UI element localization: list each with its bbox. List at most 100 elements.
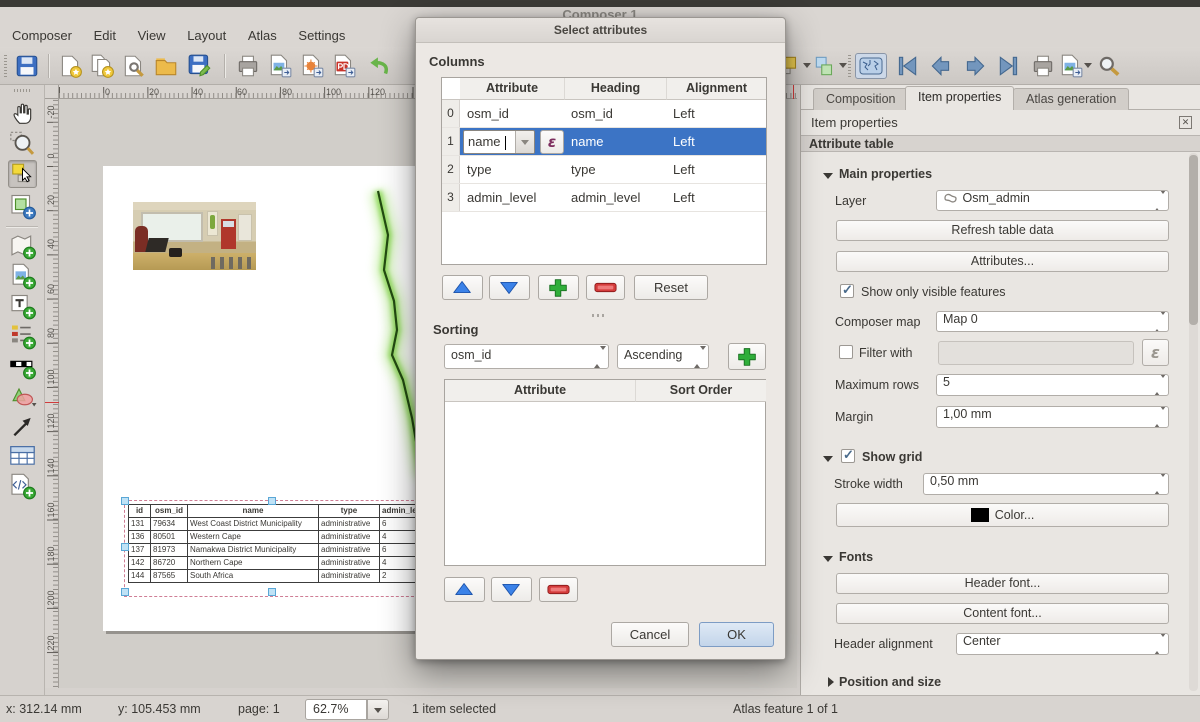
attributes-button[interactable]: Attributes... — [836, 251, 1169, 272]
sorting-attribute-combo[interactable]: osm_id — [444, 344, 609, 369]
align-items-dropdown-icon[interactable] — [839, 63, 847, 72]
tab-item-properties[interactable]: Item properties — [905, 86, 1014, 110]
spinner-icon[interactable] — [1154, 637, 1165, 651]
add-label-icon[interactable] — [8, 292, 37, 320]
add-attribute-table-icon[interactable] — [8, 442, 37, 470]
columns-table[interactable]: Attribute Heading Alignment 0 osm_id osm… — [441, 77, 767, 265]
spinner-icon[interactable] — [1154, 410, 1165, 424]
spinner-icon[interactable] — [1154, 315, 1165, 329]
column-up-button[interactable] — [442, 275, 483, 300]
composer-manager-icon[interactable] — [121, 53, 147, 79]
filter-expression-button[interactable]: ε — [1142, 339, 1169, 366]
composer-map-combo[interactable]: Map 0 — [936, 311, 1169, 332]
cell-alignment[interactable]: Left — [666, 156, 766, 183]
add-html-icon[interactable] — [8, 472, 37, 500]
picture-item-photo[interactable] — [133, 202, 256, 270]
margin-spinbox[interactable]: 1,00 mm — [936, 406, 1169, 428]
header-font-button[interactable]: Header font... — [836, 573, 1169, 594]
menu-edit[interactable]: Edit — [85, 25, 125, 46]
menu-composer[interactable]: Composer — [3, 25, 81, 46]
sort-remove-button[interactable] — [539, 577, 578, 602]
spinner-icon[interactable] — [1154, 378, 1165, 392]
undo-icon[interactable] — [366, 53, 392, 79]
selection-handle[interactable] — [121, 497, 129, 505]
next-feature-icon[interactable] — [962, 53, 988, 79]
stroke-width-spinbox[interactable]: 0,50 mm — [923, 473, 1169, 495]
expand-arrow-icon[interactable] — [828, 677, 839, 687]
selection-handle[interactable] — [268, 497, 276, 505]
cell-attribute[interactable]: osm_id — [460, 100, 564, 127]
preview-atlas-icon[interactable] — [855, 53, 887, 79]
close-icon[interactable]: ✕ — [1179, 116, 1192, 129]
dialog-title[interactable]: Select attributes — [416, 18, 785, 43]
spinner-icon[interactable] — [594, 350, 605, 364]
align-items-icon[interactable] — [812, 53, 838, 79]
panel-scrollbar[interactable] — [1189, 153, 1198, 691]
pan-icon[interactable] — [8, 100, 37, 128]
move-item-content-icon[interactable] — [8, 192, 37, 220]
atlas-settings-icon[interactable] — [1096, 53, 1122, 79]
header-alignment-combo[interactable]: Center — [956, 633, 1169, 655]
attribute-editor-value[interactable]: name — [468, 134, 501, 149]
sorting-add-button[interactable] — [728, 343, 766, 370]
cell-attribute[interactable]: admin_level — [460, 184, 564, 211]
selection-handle[interactable] — [268, 588, 276, 596]
tab-atlas-generation[interactable]: Atlas generation — [1013, 88, 1129, 110]
add-map-icon[interactable] — [8, 232, 37, 260]
columns-row-1-selected[interactable]: 1 name ε name Left — [442, 128, 766, 156]
splitter-grip[interactable] — [592, 314, 606, 317]
spinner-icon[interactable] — [1154, 477, 1165, 491]
sort-up-button[interactable] — [444, 577, 485, 602]
filter-expression-field[interactable] — [938, 341, 1134, 365]
selection-handle[interactable] — [121, 588, 129, 596]
zoom-combo-dropdown[interactable] — [367, 699, 389, 720]
export-svg-icon[interactable] — [299, 53, 325, 79]
grid-color-button[interactable]: Color... — [836, 503, 1169, 527]
toolbar-grip[interactable] — [4, 55, 7, 77]
add-image-icon[interactable] — [8, 262, 37, 290]
add-legend-icon[interactable] — [8, 322, 37, 350]
reset-button[interactable]: Reset — [634, 275, 708, 300]
sorting-order-combo[interactable]: Ascending — [617, 344, 709, 369]
cell-alignment[interactable]: Left — [666, 100, 766, 127]
cell-attribute[interactable]: type — [460, 156, 564, 183]
cell-heading[interactable]: osm_id — [564, 100, 666, 127]
cell-heading[interactable]: admin_level — [564, 184, 666, 211]
cell-heading[interactable]: name — [564, 128, 666, 155]
column-down-button[interactable] — [489, 275, 530, 300]
raise-items-dropdown-icon[interactable] — [803, 63, 811, 72]
combo-dropdown-icon[interactable] — [515, 131, 534, 153]
export-atlas-dropdown-icon[interactable] — [1084, 63, 1092, 72]
column-add-button[interactable] — [538, 275, 579, 300]
ok-button[interactable]: OK — [699, 622, 774, 647]
last-feature-icon[interactable] — [996, 53, 1022, 79]
cancel-button[interactable]: Cancel — [611, 622, 689, 647]
spinner-icon[interactable] — [694, 350, 705, 364]
collapse-arrow-icon[interactable] — [823, 456, 833, 467]
new-composition-icon[interactable] — [57, 53, 83, 79]
duplicate-composition-icon[interactable] — [89, 53, 115, 79]
add-scalebar-icon[interactable] — [8, 352, 37, 380]
show-grid-checkbox[interactable]: ✓ — [841, 449, 855, 463]
filter-with-checkbox[interactable] — [839, 345, 853, 359]
expression-button[interactable]: ε — [540, 130, 564, 154]
menu-atlas[interactable]: Atlas — [239, 25, 286, 46]
menu-view[interactable]: View — [129, 25, 175, 46]
refresh-table-data-button[interactable]: Refresh table data — [836, 220, 1169, 241]
print-atlas-icon[interactable] — [1030, 53, 1056, 79]
save-icon[interactable] — [14, 53, 40, 79]
export-pdf-icon[interactable] — [331, 53, 357, 79]
save-template-icon[interactable] — [187, 53, 213, 79]
content-font-button[interactable]: Content font... — [836, 603, 1169, 624]
menu-settings[interactable]: Settings — [289, 25, 354, 46]
collapse-arrow-icon[interactable] — [823, 173, 833, 184]
cell-alignment[interactable]: Left — [666, 184, 766, 211]
zoom-combo[interactable]: 62.7% — [305, 699, 367, 720]
columns-row-2[interactable]: 2 type type Left — [442, 156, 766, 184]
attribute-editor-combo[interactable]: name — [463, 130, 535, 154]
layer-combo[interactable]: Osm_admin — [936, 190, 1169, 211]
scrollbar-thumb[interactable] — [1189, 155, 1198, 325]
collapse-arrow-icon[interactable] — [823, 556, 833, 567]
previous-feature-icon[interactable] — [928, 53, 954, 79]
export-image-icon[interactable] — [267, 53, 293, 79]
